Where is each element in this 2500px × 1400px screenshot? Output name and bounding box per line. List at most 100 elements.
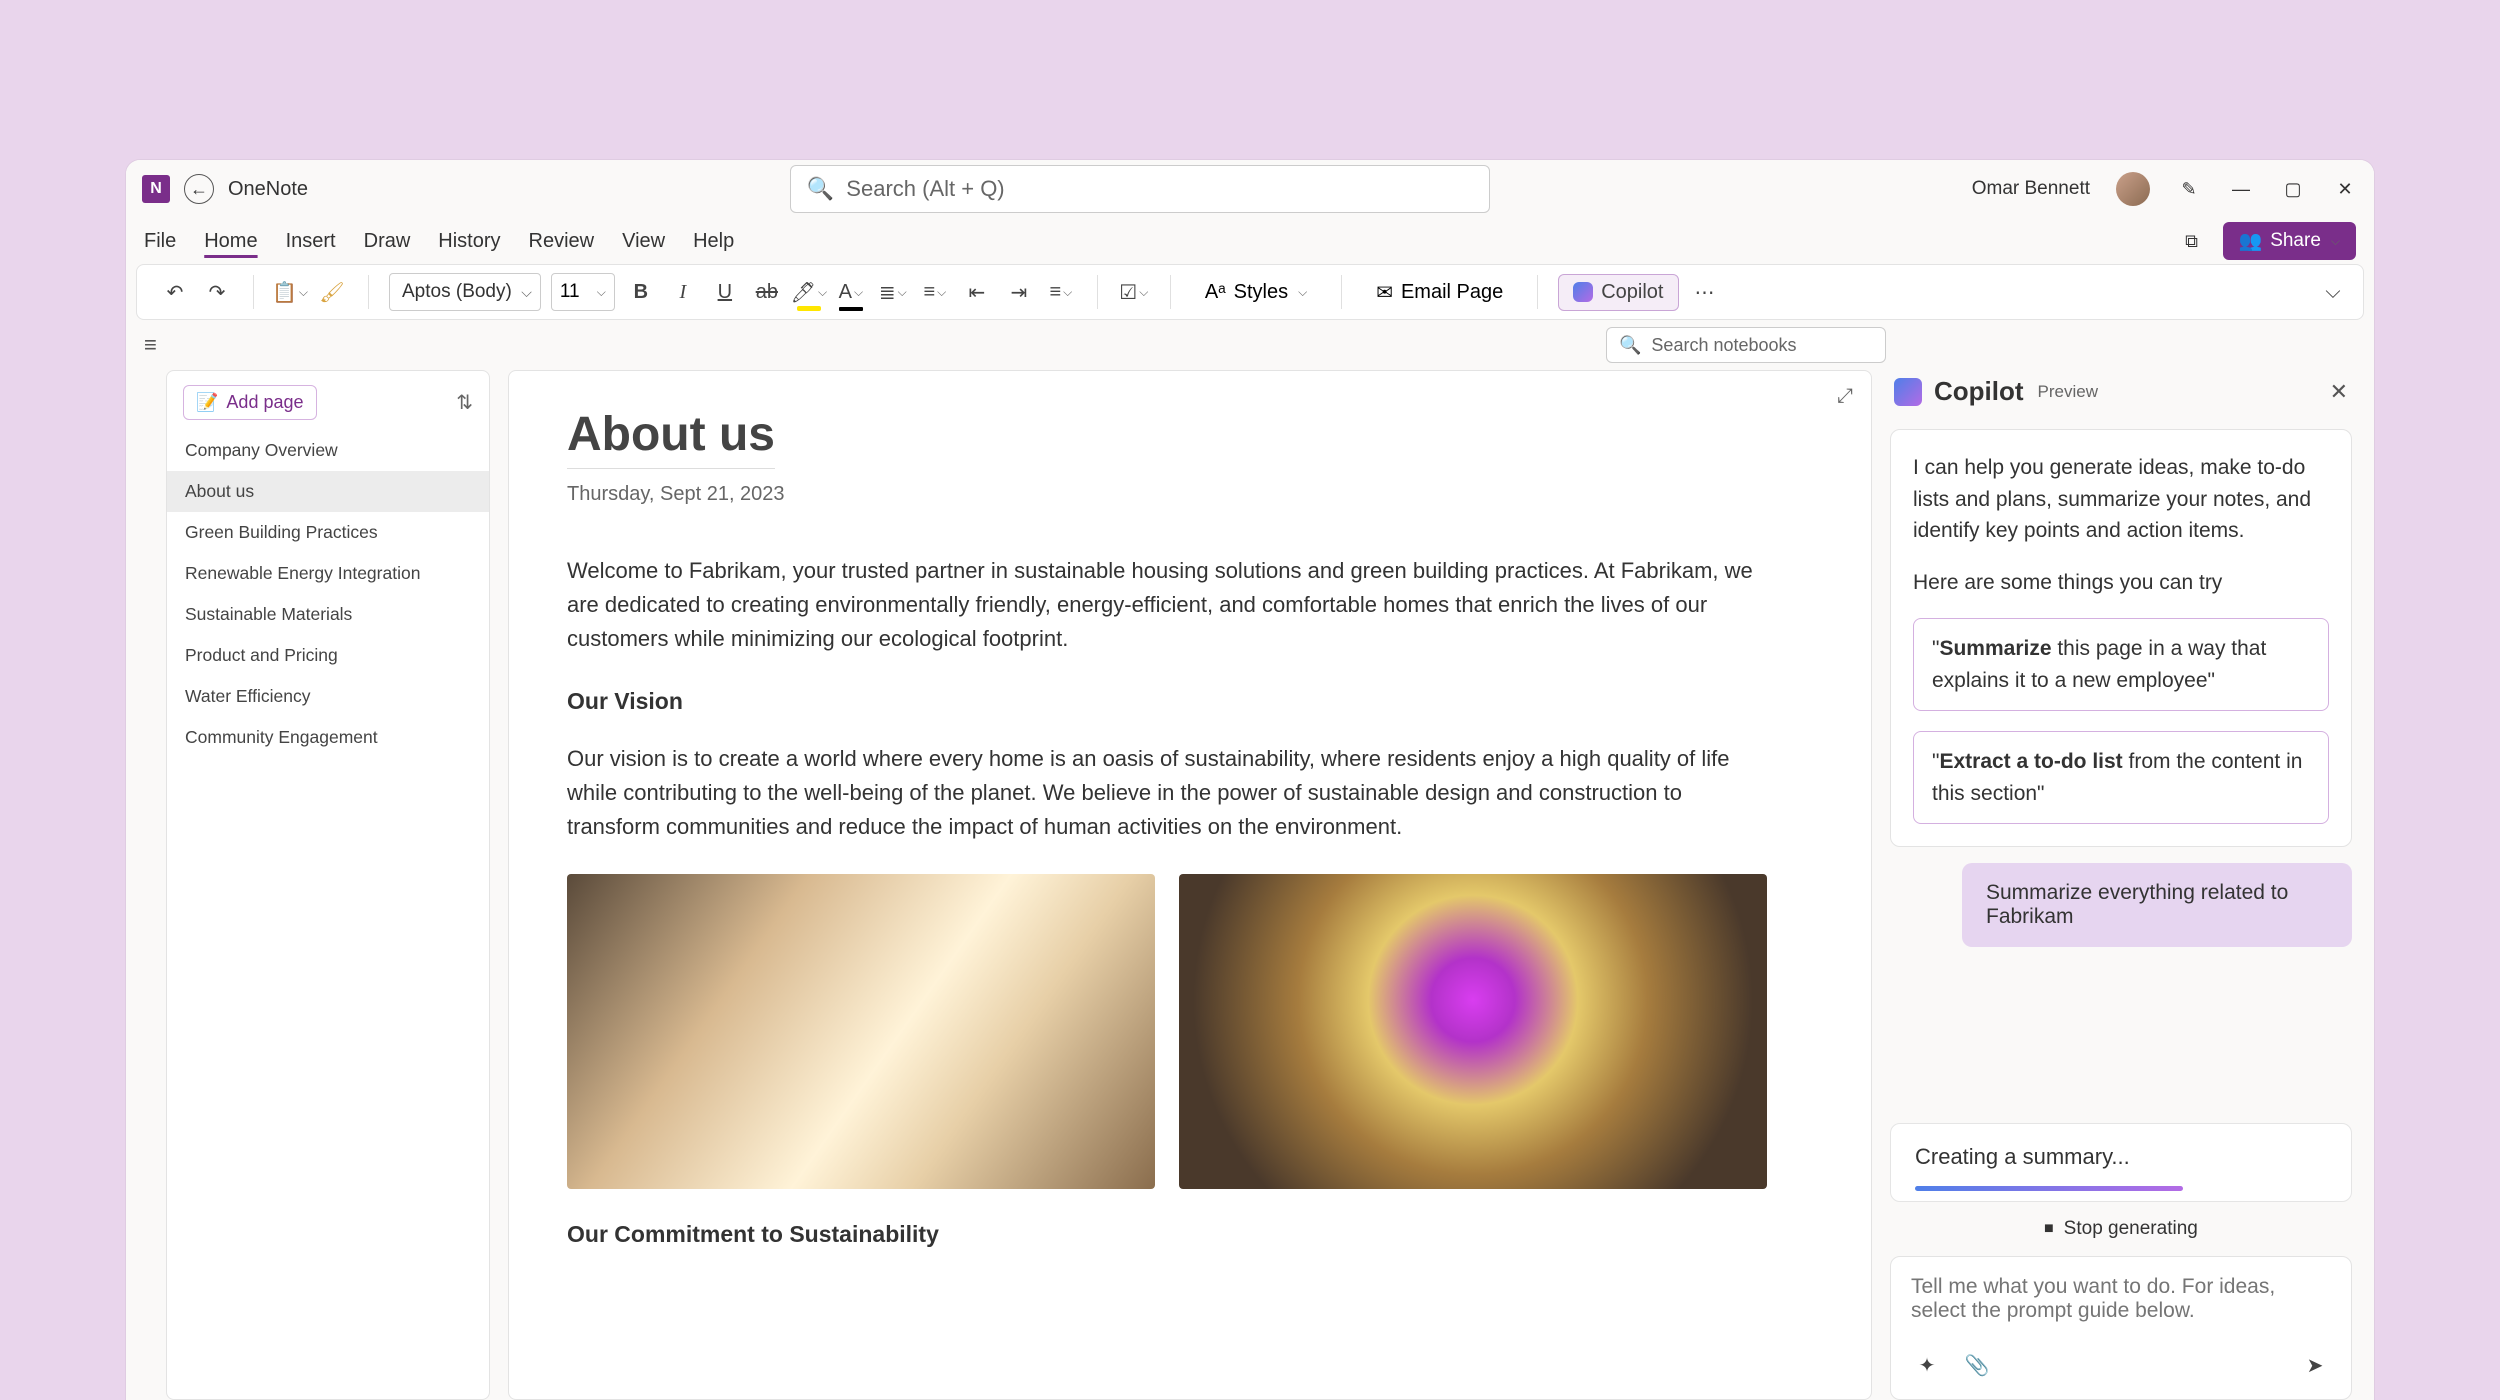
search-icon: 🔍 bbox=[1619, 335, 1641, 356]
search-notebooks-placeholder: Search notebooks bbox=[1651, 335, 1796, 356]
back-button[interactable]: ← bbox=[184, 174, 214, 204]
stop-generating-button[interactable]: ⏹ Stop generating bbox=[1890, 1218, 2352, 1240]
hamburger-button[interactable]: ≡ bbox=[144, 332, 157, 358]
stop-icon: ⏹ bbox=[2044, 1218, 2054, 1240]
font-size-select[interactable]: 11⌵ bbox=[551, 273, 615, 311]
intro-paragraph[interactable]: Welcome to Fabrikam, your trusted partne… bbox=[567, 554, 1767, 656]
copilot-textarea[interactable] bbox=[1911, 1275, 2331, 1335]
user-name: Omar Bennett bbox=[1972, 178, 2090, 200]
outdent-button[interactable]: ⇤ bbox=[961, 276, 993, 308]
undo-button[interactable]: ↶ bbox=[159, 276, 191, 308]
image-wood-interior[interactable] bbox=[567, 874, 1155, 1189]
highlight-button[interactable]: 🖊⌵ bbox=[793, 276, 825, 308]
copilot-icon bbox=[1573, 282, 1593, 302]
copilot-preview-badge: Preview bbox=[2038, 382, 2098, 402]
page-item[interactable]: Community Engagement bbox=[167, 717, 489, 758]
image-spiral-atrium[interactable] bbox=[1179, 874, 1767, 1189]
copilot-progress-card: Creating a summary... bbox=[1890, 1123, 2352, 1202]
copilot-pane: Copilot Preview ✕ I can help you generat… bbox=[1890, 370, 2364, 1400]
tab-help[interactable]: Help bbox=[693, 230, 734, 253]
copilot-close-button[interactable]: ✕ bbox=[2330, 379, 2348, 405]
bold-button[interactable]: B bbox=[625, 276, 657, 308]
search-placeholder: Search (Alt + Q) bbox=[846, 176, 1004, 202]
titlebar: N ← OneNote 🔍 Search (Alt + Q) Omar Benn… bbox=[126, 160, 2374, 218]
send-button[interactable]: ➤ bbox=[2299, 1349, 2331, 1381]
copilot-user-message: Summarize everything related to Fabrikam bbox=[1962, 863, 2352, 947]
titlebar-right: Omar Bennett ✎ — ▢ ✕ bbox=[1972, 172, 2358, 206]
document-canvas[interactable]: ⤢ About us Thursday, Sept 21, 2023 Welco… bbox=[508, 370, 1872, 1400]
tab-insert[interactable]: Insert bbox=[286, 230, 336, 253]
copilot-suggestion-todo[interactable]: "Extract a to-do list from the content i… bbox=[1913, 731, 2329, 824]
indent-button[interactable]: ⇥ bbox=[1003, 276, 1035, 308]
add-page-icon: 📝 bbox=[196, 392, 218, 413]
window-close[interactable]: ✕ bbox=[2332, 176, 2358, 202]
tab-review[interactable]: Review bbox=[529, 230, 595, 253]
app-window: N ← OneNote 🔍 Search (Alt + Q) Omar Benn… bbox=[126, 160, 2374, 1400]
page-item[interactable]: About us bbox=[167, 471, 489, 512]
expand-button[interactable]: ⤢ bbox=[1837, 385, 1853, 408]
tab-file[interactable]: File bbox=[144, 230, 176, 253]
copilot-logo-icon bbox=[1894, 378, 1922, 406]
copilot-intro-text: I can help you generate ideas, make to-d… bbox=[1913, 452, 2329, 547]
window-maximize[interactable]: ▢ bbox=[2280, 176, 2306, 202]
page-body[interactable]: Welcome to Fabrikam, your trusted partne… bbox=[567, 554, 1767, 1253]
copilot-progress-text: Creating a summary... bbox=[1915, 1144, 2130, 1169]
search-notebooks[interactable]: 🔍 Search notebooks bbox=[1606, 327, 1886, 363]
page-title[interactable]: About us bbox=[567, 407, 775, 469]
styles-icon: Aᵃ bbox=[1205, 281, 1226, 304]
redo-button[interactable]: ↷ bbox=[201, 276, 233, 308]
page-date: Thursday, Sept 21, 2023 bbox=[567, 483, 1813, 506]
numbered-list-button[interactable]: ≡⌵ bbox=[919, 276, 951, 308]
copilot-input-box[interactable]: ✦ 📎 ➤ bbox=[1890, 1256, 2352, 1400]
sort-button[interactable]: ⇅ bbox=[456, 390, 473, 415]
page-item[interactable]: Product and Pricing bbox=[167, 635, 489, 676]
copilot-suggestion-summarize[interactable]: "Summarize this page in a way that expla… bbox=[1913, 618, 2329, 711]
fullscreen-icon[interactable]: ⧉ bbox=[2179, 228, 2205, 254]
avatar[interactable] bbox=[2116, 172, 2150, 206]
italic-button[interactable]: I bbox=[667, 276, 699, 308]
share-label: Share bbox=[2270, 230, 2321, 252]
pen-icon[interactable]: ✎ bbox=[2176, 176, 2202, 202]
ribbon-tabs: File Home Insert Draw History Review Vie… bbox=[126, 218, 2374, 264]
add-page-button[interactable]: 📝 Add page bbox=[183, 385, 317, 420]
email-page-button[interactable]: ✉ Email Page bbox=[1362, 274, 1517, 311]
strikethrough-button[interactable]: ab bbox=[751, 276, 783, 308]
share-button[interactable]: 👥 Share ⌵ bbox=[2223, 222, 2356, 260]
page-list: 📝 Add page ⇅ Company Overview About us G… bbox=[166, 370, 490, 1400]
tab-history[interactable]: History bbox=[438, 230, 500, 253]
attachment-icon[interactable]: 📎 bbox=[1961, 1349, 1993, 1381]
vision-paragraph[interactable]: Our vision is to create a world where ev… bbox=[567, 742, 1767, 844]
chevron-down-icon: ⌵ bbox=[2331, 234, 2340, 249]
window-minimize[interactable]: — bbox=[2228, 176, 2254, 202]
app-name: OneNote bbox=[228, 178, 308, 201]
subbar: ≡ 🔍 Search notebooks bbox=[126, 320, 2374, 370]
commitment-heading[interactable]: Our Commitment to Sustainability bbox=[567, 1217, 1767, 1253]
global-search[interactable]: 🔍 Search (Alt + Q) bbox=[790, 165, 1490, 213]
tab-draw[interactable]: Draw bbox=[364, 230, 411, 253]
font-select[interactable]: Aptos (Body) bbox=[389, 273, 541, 311]
vision-heading[interactable]: Our Vision bbox=[567, 684, 1767, 720]
font-color-button[interactable]: A⌵ bbox=[835, 276, 867, 308]
tab-view[interactable]: View bbox=[622, 230, 665, 253]
align-button[interactable]: ≡⌵ bbox=[1045, 276, 1077, 308]
more-button[interactable]: ⋯ bbox=[1689, 276, 1721, 308]
collapse-ribbon-button[interactable]: ⌵ bbox=[2317, 276, 2349, 308]
tag-button[interactable]: ☑⌵ bbox=[1118, 276, 1150, 308]
copilot-title: Copilot bbox=[1934, 376, 2024, 407]
mail-icon: ✉ bbox=[1376, 280, 1393, 305]
page-item[interactable]: Sustainable Materials bbox=[167, 594, 489, 635]
copilot-button[interactable]: Copilot bbox=[1558, 274, 1678, 311]
search-icon: 🔍 bbox=[807, 176, 834, 202]
page-item[interactable]: Water Efficiency bbox=[167, 676, 489, 717]
tab-home[interactable]: Home bbox=[204, 230, 257, 253]
page-item[interactable]: Green Building Practices bbox=[167, 512, 489, 553]
bullet-list-button[interactable]: ≣⌵ bbox=[877, 276, 909, 308]
page-item[interactable]: Renewable Energy Integration bbox=[167, 553, 489, 594]
chevron-down-icon: ⌵ bbox=[1298, 285, 1307, 300]
styles-button[interactable]: Aᵃ Styles ⌵ bbox=[1191, 275, 1321, 310]
paste-button[interactable]: 📋⌵ bbox=[274, 276, 306, 308]
page-item[interactable]: Company Overview bbox=[167, 430, 489, 471]
format-painter-button[interactable]: 🖌 bbox=[316, 276, 348, 308]
underline-button[interactable]: U bbox=[709, 276, 741, 308]
sparkle-icon[interactable]: ✦ bbox=[1911, 1349, 1943, 1381]
